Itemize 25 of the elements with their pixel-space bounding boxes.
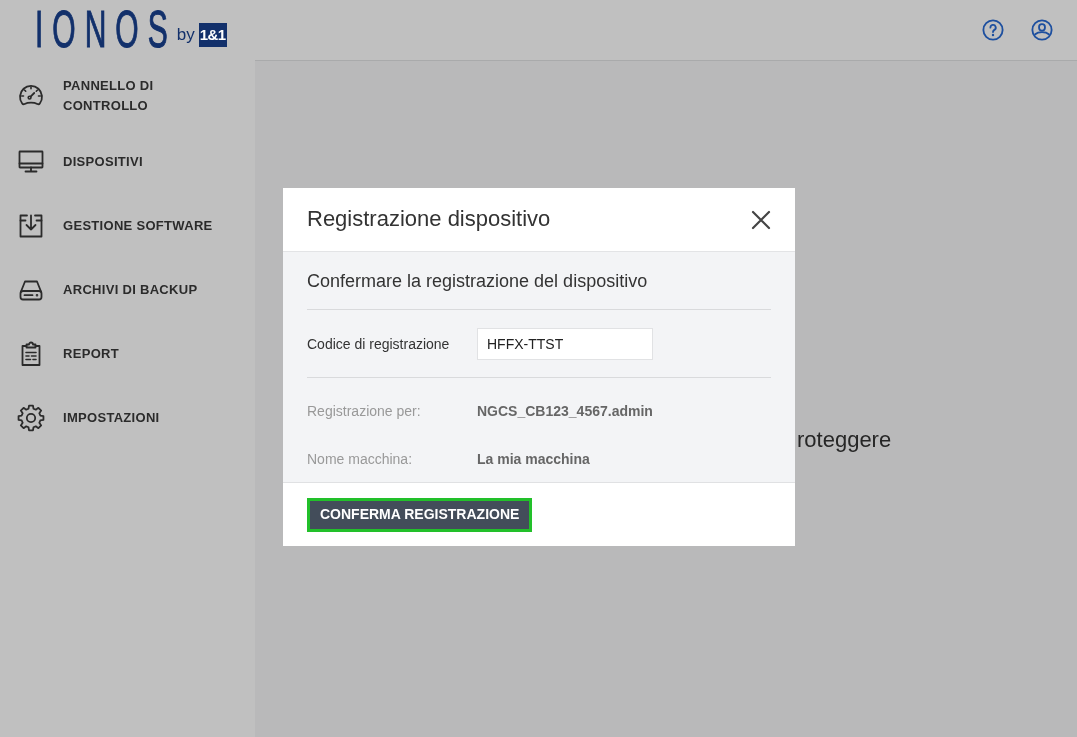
- user-icon[interactable]: [1031, 19, 1053, 41]
- close-button[interactable]: [751, 209, 771, 230]
- dialog-subtitle: Confermare la registrazione del dispositivo: [307, 270, 649, 292]
- sidebar-item[interactable]: REPORT: [0, 322, 255, 386]
- confirm-button[interactable]: CONFERMA REGISTRAZIONE: [307, 497, 533, 532]
- gear-icon: [17, 404, 45, 432]
- background-text: roteggere: [797, 426, 893, 454]
- close-icon: [751, 209, 771, 230]
- field-value: NGCS_CB123_4567.admin: [477, 401, 653, 421]
- logo-tile: 1&1: [198, 23, 227, 47]
- dialog-title: Registrazione dispositivo: [307, 206, 551, 233]
- field-label: Registrazione per:: [307, 401, 422, 421]
- field-value: La mia macchina: [477, 449, 590, 469]
- sidebar-item[interactable]: IMPOSTAZIONI: [0, 386, 255, 450]
- logo-by-text: by: [176, 24, 195, 47]
- sidebar-item[interactable]: PANNELLO DI CONTROLLO: [0, 62, 255, 130]
- help-icon[interactable]: [982, 19, 1004, 41]
- sidebar-item[interactable]: ARCHIVI DI BACKUP: [0, 258, 255, 322]
- field-label: Codice di registrazione: [307, 334, 451, 354]
- registration-code-field[interactable]: HFFX-TTST: [477, 328, 653, 360]
- tray-download-icon: [17, 212, 45, 240]
- sidebar-item[interactable]: DISPOSITIVI: [0, 130, 255, 194]
- field-label: Nome macchina:: [307, 449, 414, 469]
- sidebar-item[interactable]: GESTIONE SOFTWARE: [0, 194, 255, 258]
- logo-wordmark: IONOS: [35, 4, 177, 56]
